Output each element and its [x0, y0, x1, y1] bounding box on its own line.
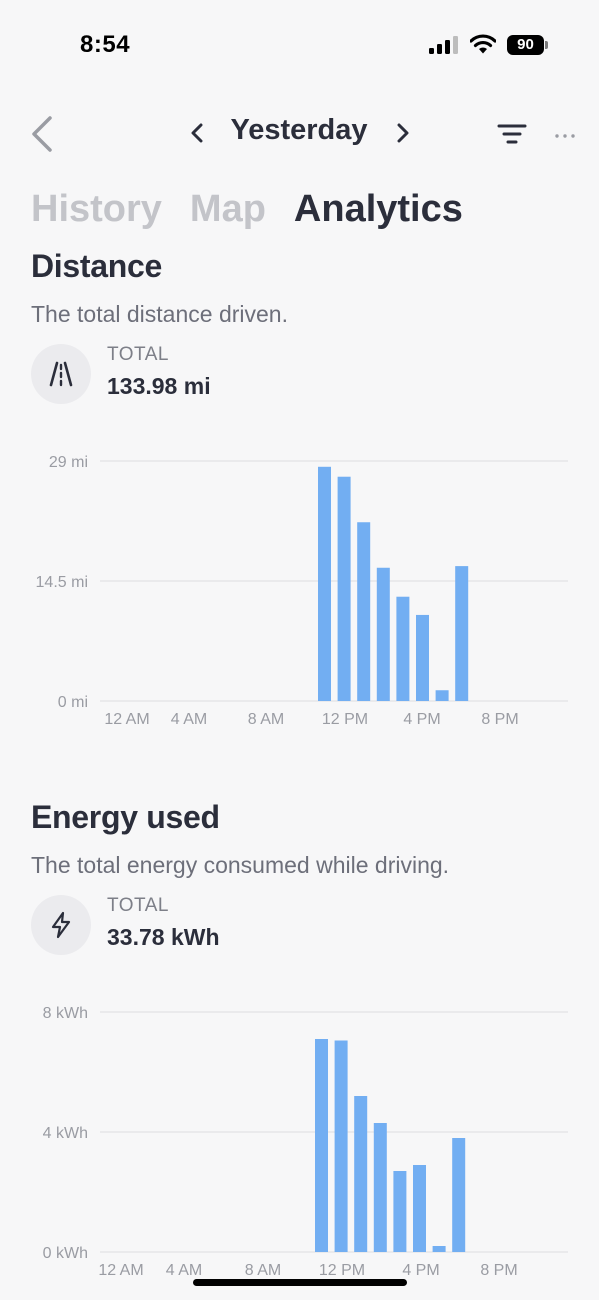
energy-bar — [452, 1138, 466, 1252]
battery-icon: 90 — [507, 35, 549, 55]
wifi-icon — [469, 34, 497, 54]
distance-bar — [416, 614, 429, 701]
distance-chart: 0 mi 14.5 mi 29 mi 12 AM 4 AM 8 AM 12 PM 4 PM 8 … — [0, 440, 599, 740]
energy-x-tick-label: 8 PM — [480, 1262, 517, 1279]
tab-history[interactable]: History — [31, 188, 162, 231]
prev-chevron-icon — [191, 123, 203, 143]
battery-tip — [545, 41, 548, 49]
distance-bar — [318, 466, 331, 701]
energy-title: Energy used — [31, 799, 220, 835]
distance-bar — [357, 522, 371, 701]
more-button[interactable] — [552, 122, 578, 146]
back-chevron-icon — [32, 116, 52, 152]
energy-y-tick-label: 4 kWh — [43, 1125, 88, 1142]
distance-y-tick-label: 29 mi — [49, 454, 88, 471]
energy-bar — [432, 1246, 446, 1252]
lightning-icon — [31, 895, 91, 955]
nav-bar: Yesterday — [0, 108, 599, 158]
energy-x-tick-label: 12 AM — [98, 1262, 143, 1279]
tab-analytics[interactable]: Analytics — [294, 188, 463, 231]
distance-y-tick-label: 0 mi — [58, 694, 88, 711]
energy-total: TOTAL 33.78 kWh — [31, 895, 571, 965]
distance-x-tick-label: 8 PM — [481, 711, 518, 728]
filter-icon — [497, 124, 527, 144]
distance-bar — [435, 690, 449, 701]
energy-bar — [315, 1039, 328, 1252]
next-chevron-icon — [397, 123, 409, 143]
energy-chart: 0 kWh 4 kWh 8 kWh 12 AM 4 AM 8 AM 12 PM 4 PM 8 P… — [0, 990, 599, 1290]
energy-x-tick-label: 8 AM — [245, 1262, 281, 1279]
distance-x-tick-label: 12 AM — [104, 711, 149, 728]
filter-button[interactable] — [496, 122, 528, 146]
road-icon — [31, 344, 91, 404]
distance-bar — [376, 567, 390, 701]
tab-map[interactable]: Map — [190, 188, 266, 231]
energy-x-tick-label: 4 PM — [402, 1262, 439, 1279]
distance-x-tick-label: 4 PM — [403, 711, 440, 728]
energy-bar — [413, 1165, 426, 1252]
date-title: Yesterday — [230, 114, 368, 146]
energy-section: Energy used The total energy consumed wh… — [31, 799, 571, 965]
distance-total-label: TOTAL — [107, 344, 169, 365]
energy-description: The total energy consumed while driving. — [31, 852, 450, 878]
energy-bar — [354, 1096, 368, 1252]
energy-total-value: 33.78 kWh — [107, 924, 220, 950]
energy-y-tick-label: 8 kWh — [43, 1005, 88, 1022]
battery-level: 90 — [507, 35, 544, 55]
previous-day-button[interactable] — [186, 120, 208, 146]
back-button[interactable] — [28, 114, 58, 154]
home-indicator[interactable] — [193, 1279, 407, 1286]
view-tabs: History Map Analytics — [31, 188, 491, 238]
more-icon — [555, 134, 575, 138]
energy-x-tick-label: 12 PM — [319, 1262, 365, 1279]
distance-x-tick-label: 4 AM — [171, 711, 207, 728]
distance-x-tick-label: 8 AM — [248, 711, 284, 728]
energy-chart-svg: 0 kWh 4 kWh 8 kWh 12 AM 4 AM 8 AM 12 PM 4 PM 8 P… — [43, 1005, 568, 1279]
distance-chart-svg: 0 mi 14.5 mi 29 mi 12 AM 4 AM 8 AM 12 PM 4 PM 8 … — [36, 454, 568, 728]
distance-total: TOTAL 133.98 mi — [31, 344, 571, 414]
status-time: 8:54 — [80, 31, 131, 58]
distance-title: Distance — [31, 248, 162, 284]
status-bar: 8:54 90 — [0, 0, 599, 90]
distance-section: Distance The total distance driven. TOTA… — [31, 248, 571, 414]
energy-x-tick-label: 4 AM — [166, 1262, 202, 1279]
distance-description: The total distance driven. — [31, 301, 288, 327]
energy-total-label: TOTAL — [107, 895, 169, 916]
next-day-button[interactable] — [392, 120, 414, 146]
energy-y-tick-label: 0 kWh — [43, 1245, 88, 1262]
energy-bar — [393, 1171, 407, 1252]
distance-total-value: 133.98 mi — [107, 373, 211, 399]
distance-bar — [337, 476, 351, 701]
energy-bar — [373, 1123, 387, 1252]
distance-bar — [396, 596, 410, 701]
cellular-signal-icon — [429, 36, 459, 54]
distance-bar — [455, 566, 469, 701]
distance-y-tick-label: 14.5 mi — [36, 574, 88, 591]
distance-x-tick-label: 12 PM — [322, 711, 368, 728]
energy-bar — [334, 1040, 348, 1252]
